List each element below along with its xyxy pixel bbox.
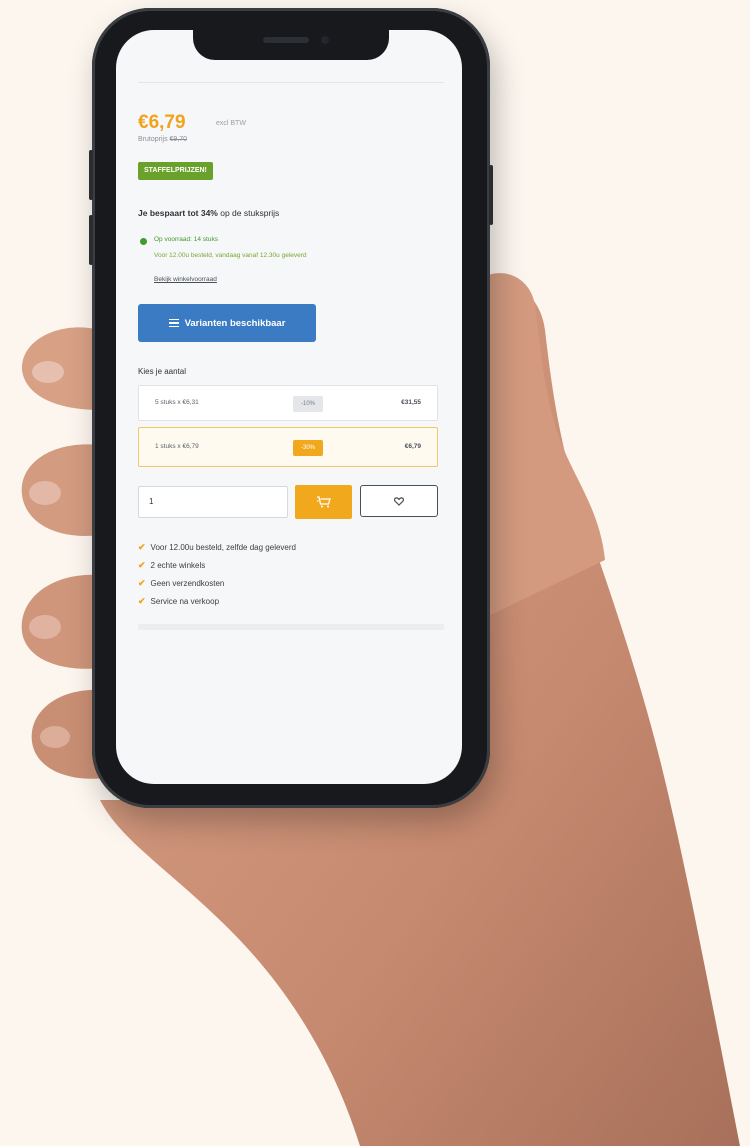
price-unit: excl BTW	[216, 120, 246, 127]
phone-screen: €6,79 excl BTW Brutoprijs €9,70 STAFFELP…	[116, 30, 462, 784]
cart-icon	[316, 496, 331, 508]
add-to-cart-button[interactable]	[295, 485, 352, 519]
product-price: €6,79	[138, 112, 186, 133]
phone-side-button	[89, 150, 93, 200]
usp-item: ✔ Service na verkoop	[138, 596, 219, 607]
divider	[138, 82, 444, 83]
gross-price-old: €9,70	[169, 136, 188, 143]
tier-label: 5 stuks x €6,31	[155, 399, 199, 406]
phone-side-button	[89, 215, 93, 265]
usp-item: ✔ Geen verzendkosten	[138, 578, 224, 589]
phone-notch	[193, 28, 389, 60]
tier-total: €6,79	[404, 443, 421, 450]
usp-item: ✔ 2 echte winkels	[138, 560, 205, 571]
heart-icon	[394, 496, 404, 506]
check-icon: ✔	[138, 578, 146, 588]
list-icon	[168, 319, 179, 327]
wishlist-button[interactable]	[360, 485, 438, 517]
saving-percent: 34%	[200, 208, 218, 218]
tier-label: 1 stuks x €6,79	[155, 443, 199, 450]
variants-button[interactable]: Varianten beschikbaar	[138, 304, 316, 342]
stock-status: Op voorraad: 14 stuks	[154, 236, 218, 243]
tier-pricing-badge: STAFFELPRIJZEN!	[138, 162, 213, 180]
check-icon: ✔	[138, 596, 146, 606]
usp-text: 2 echte winkels	[150, 561, 206, 570]
gross-price-label: Brutoprijs	[138, 136, 168, 143]
card-bottom-edge	[138, 624, 444, 630]
saving-prefix: Je bespaart tot	[138, 208, 199, 218]
check-icon: ✔	[138, 542, 146, 552]
speaker-grille	[263, 37, 309, 43]
saving-suffix: op de stuksprijs	[220, 208, 280, 218]
tier-option[interactable]: 5 stuks x €6,31 -10% €31,55	[138, 385, 438, 421]
in-stock-icon	[140, 238, 147, 245]
phone-power-button	[489, 165, 493, 225]
usp-item: ✔ Voor 12.00u besteld, zelfde dag geleve…	[138, 542, 296, 553]
store-stock-link[interactable]: Bekijk winkelvoorraad	[154, 276, 217, 283]
usp-text: Voor 12.00u besteld, zelfde dag geleverd	[150, 543, 296, 552]
tier-discount: -30%	[293, 440, 323, 456]
saving-text: Je bespaart tot 34% op de stuksprijs	[138, 208, 279, 218]
quantity-label: Kies je aantal	[138, 367, 187, 376]
usp-text: Geen verzendkosten	[150, 579, 225, 588]
tier-option-selected[interactable]: 1 stuks x €6,79 -30% €6,79	[138, 427, 438, 467]
delivery-info: Voor 12.00u besteld, vandaag vanaf 12.30…	[154, 252, 307, 259]
quantity-input[interactable]: 1	[138, 486, 288, 518]
check-icon: ✔	[138, 560, 146, 570]
variants-button-label: Varianten beschikbaar	[184, 317, 286, 329]
tier-total: €31,55	[401, 399, 421, 406]
gross-price: Brutoprijs €9,70	[138, 136, 187, 143]
front-camera	[321, 36, 329, 44]
usp-text: Service na verkoop	[150, 597, 220, 606]
tier-discount: -10%	[293, 396, 323, 412]
